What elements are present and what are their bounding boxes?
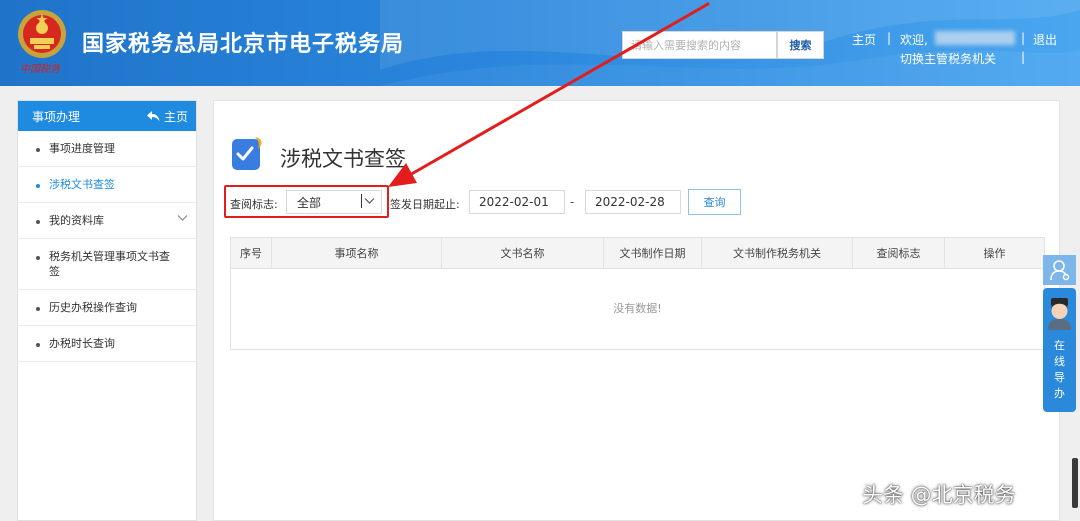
switch-org-link[interactable]: 切换主管税务机关 [900, 50, 996, 67]
sidebar-item-label: 我的资料库 [49, 214, 104, 227]
header-divider: | [1021, 50, 1026, 64]
sidebar-home-label: 主页 [163, 109, 188, 124]
sidebar-item-authority-documents[interactable]: 税务机关管理事项文书查签 [18, 239, 196, 290]
column-header: 查阅标志 [853, 238, 945, 268]
online-guide-button[interactable]: 在线导办 [1043, 288, 1076, 412]
home-link[interactable]: 主页 [852, 31, 876, 48]
reply-arrow-icon [146, 110, 160, 121]
sidebar-item-label: 事项进度管理 [49, 142, 115, 155]
scrollbar-thumb[interactable] [1072, 458, 1078, 508]
chevron-down-icon [364, 198, 375, 204]
date-to-input[interactable] [585, 190, 681, 214]
site-title: 国家税务总局北京市电子税务局 [82, 32, 405, 57]
sidebar-home-button[interactable]: 主页 [146, 108, 188, 125]
sidebar-item-my-library[interactable]: 我的资料库 [18, 203, 196, 239]
column-header: 文书制作日期 [604, 238, 702, 268]
table-header: 序号 事项名称 文书名称 文书制作日期 文书制作税务机关 查阅标志 操作 [231, 238, 1044, 269]
empty-table-message: 没有数据! [613, 302, 662, 315]
logout-link[interactable]: 退出 [1033, 31, 1057, 48]
status-filter-select[interactable]: 全部 [286, 190, 382, 214]
date-from-input[interactable] [469, 190, 565, 214]
documents-table: 序号 事项名称 文书名称 文书制作日期 文书制作税务机关 查阅标志 操作 没有数… [230, 237, 1045, 350]
column-header: 文书名称 [442, 238, 604, 268]
guide-label: 在线导办 [1043, 338, 1076, 402]
float-user-button[interactable] [1043, 255, 1076, 285]
date-separator: - [570, 195, 575, 209]
status-filter-value: 全部 [297, 195, 322, 210]
main-panel: 涉税文书查签 查阅标志: 全部 签发日期起止: - 查询 序号 事项名称 文书名… [213, 100, 1060, 521]
user-icon [1049, 260, 1069, 281]
bullet-icon [36, 256, 40, 260]
sidebar-item-label: 涉税文书查签 [49, 178, 115, 191]
blurred-username [935, 31, 1015, 45]
text-caret [361, 194, 362, 208]
header-divider: | [1021, 31, 1026, 45]
bullet-icon [36, 184, 40, 188]
sidebar-item-progress[interactable]: 事项进度管理 [18, 131, 196, 167]
page-title: 涉税文书查签 [280, 147, 406, 171]
header-divider: | [887, 31, 892, 45]
sidebar-item-duration[interactable]: 办税时长查询 [18, 326, 196, 362]
bullet-icon [36, 307, 40, 311]
sidebar-item-history[interactable]: 历史办税操作查询 [18, 290, 196, 326]
document-check-icon [232, 137, 262, 170]
sidebar: 事项办理 主页 事项进度管理 涉税文书查签 我的资料库 税务机关管理事项文书查签… [17, 100, 197, 521]
tax-emblem-icon [18, 10, 66, 58]
sidebar-item-label: 税务机关管理事项文书查签 [49, 250, 170, 278]
guide-label-text: 在线导办 [1054, 339, 1065, 400]
bullet-icon [36, 343, 40, 347]
status-filter-label: 查阅标志: [230, 198, 278, 211]
source-watermark: 头条 @北京税务 [862, 483, 1016, 507]
chevron-down-icon [177, 215, 188, 221]
sidebar-header: 事项办理 主页 [18, 101, 196, 131]
sidebar-item-document-check[interactable]: 涉税文书查签 [18, 167, 196, 203]
sidebar-title: 事项办理 [32, 109, 81, 124]
query-button[interactable]: 查询 [688, 189, 741, 215]
column-header: 事项名称 [272, 238, 442, 268]
guide-avatar-icon [1048, 298, 1071, 330]
column-header: 序号 [231, 238, 272, 268]
column-header: 文书制作税务机关 [702, 238, 853, 268]
sidebar-item-label: 办税时长查询 [49, 337, 115, 350]
site-header: 中国税务 国家税务总局北京市电子税务局 搜索 主页 | 欢迎, | 退出 切换主… [0, 0, 1080, 86]
welcome-text: 欢迎, [900, 33, 928, 47]
column-header: 操作 [983, 247, 1006, 260]
search-button[interactable]: 搜索 [777, 31, 824, 59]
date-range-label: 签发日期起止: [390, 198, 460, 211]
search-input[interactable] [622, 31, 777, 59]
emblem-caption: 中国税务 [20, 64, 60, 75]
sidebar-item-label: 历史办税操作查询 [49, 301, 137, 314]
bullet-icon [36, 220, 40, 224]
bullet-icon [36, 148, 40, 152]
